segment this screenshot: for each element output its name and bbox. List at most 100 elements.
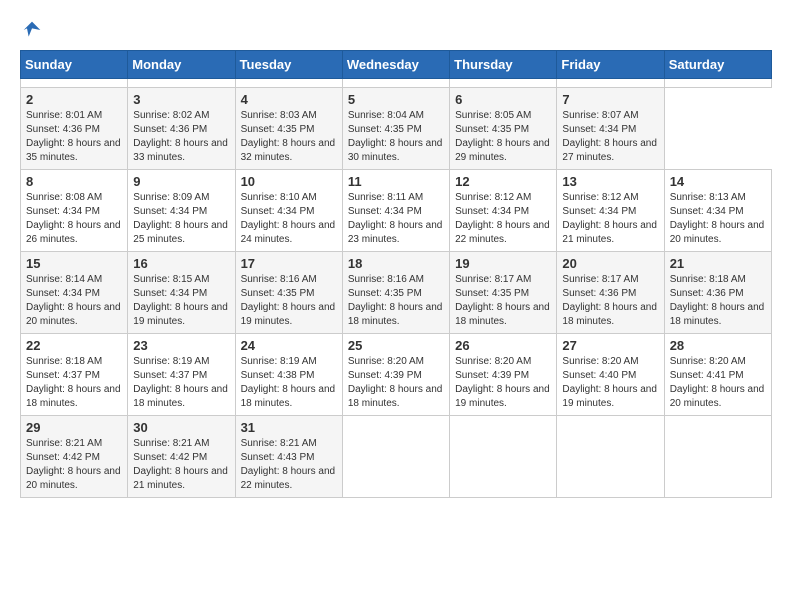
day-info: Sunrise: 8:12 AM Sunset: 4:34 PM Dayligh… — [562, 191, 658, 247]
day-info: Sunrise: 8:02 AM Sunset: 4:36 PM Dayligh… — [133, 109, 229, 165]
day-number: 18 — [348, 256, 444, 271]
day-info: Sunrise: 8:08 AM Sunset: 4:34 PM Dayligh… — [26, 191, 122, 247]
day-info: Sunrise: 8:19 AM Sunset: 4:38 PM Dayligh… — [241, 355, 337, 411]
day-info: Sunrise: 8:05 AM Sunset: 4:35 PM Dayligh… — [455, 109, 551, 165]
day-number: 12 — [455, 174, 551, 189]
day-number: 11 — [348, 174, 444, 189]
day-info: Sunrise: 8:20 AM Sunset: 4:40 PM Dayligh… — [562, 355, 658, 411]
calendar-cell — [128, 79, 235, 88]
calendar-header-monday: Monday — [128, 51, 235, 79]
calendar-cell: 17 Sunrise: 8:16 AM Sunset: 4:35 PM Dayl… — [235, 252, 342, 334]
calendar-cell: 6 Sunrise: 8:05 AM Sunset: 4:35 PM Dayli… — [450, 88, 557, 170]
calendar-week-0 — [21, 79, 772, 88]
day-number: 19 — [455, 256, 551, 271]
day-info: Sunrise: 8:21 AM Sunset: 4:43 PM Dayligh… — [241, 437, 337, 493]
day-info: Sunrise: 8:10 AM Sunset: 4:34 PM Dayligh… — [241, 191, 337, 247]
calendar-cell: 27 Sunrise: 8:20 AM Sunset: 4:40 PM Dayl… — [557, 334, 664, 416]
day-info: Sunrise: 8:12 AM Sunset: 4:34 PM Dayligh… — [455, 191, 551, 247]
day-number: 29 — [26, 420, 122, 435]
calendar-week-5: 29 Sunrise: 8:21 AM Sunset: 4:42 PM Dayl… — [21, 416, 772, 498]
day-info: Sunrise: 8:16 AM Sunset: 4:35 PM Dayligh… — [348, 273, 444, 329]
calendar-cell: 4 Sunrise: 8:03 AM Sunset: 4:35 PM Dayli… — [235, 88, 342, 170]
calendar-week-3: 15 Sunrise: 8:14 AM Sunset: 4:34 PM Dayl… — [21, 252, 772, 334]
calendar-table: SundayMondayTuesdayWednesdayThursdayFrid… — [20, 50, 772, 498]
calendar-cell — [557, 416, 664, 498]
day-info: Sunrise: 8:15 AM Sunset: 4:34 PM Dayligh… — [133, 273, 229, 329]
calendar-cell: 18 Sunrise: 8:16 AM Sunset: 4:35 PM Dayl… — [342, 252, 449, 334]
day-info: Sunrise: 8:09 AM Sunset: 4:34 PM Dayligh… — [133, 191, 229, 247]
day-number: 10 — [241, 174, 337, 189]
day-info: Sunrise: 8:20 AM Sunset: 4:41 PM Dayligh… — [670, 355, 766, 411]
calendar-cell: 12 Sunrise: 8:12 AM Sunset: 4:34 PM Dayl… — [450, 170, 557, 252]
day-number: 6 — [455, 92, 551, 107]
calendar-cell — [664, 416, 771, 498]
day-info: Sunrise: 8:19 AM Sunset: 4:37 PM Dayligh… — [133, 355, 229, 411]
day-info: Sunrise: 8:13 AM Sunset: 4:34 PM Dayligh… — [670, 191, 766, 247]
calendar-cell: 28 Sunrise: 8:20 AM Sunset: 4:41 PM Dayl… — [664, 334, 771, 416]
calendar-cell: 7 Sunrise: 8:07 AM Sunset: 4:34 PM Dayli… — [557, 88, 664, 170]
calendar-cell: 14 Sunrise: 8:13 AM Sunset: 4:34 PM Dayl… — [664, 170, 771, 252]
day-info: Sunrise: 8:16 AM Sunset: 4:35 PM Dayligh… — [241, 273, 337, 329]
calendar-cell: 5 Sunrise: 8:04 AM Sunset: 4:35 PM Dayli… — [342, 88, 449, 170]
day-number: 4 — [241, 92, 337, 107]
calendar-header-tuesday: Tuesday — [235, 51, 342, 79]
day-number: 7 — [562, 92, 658, 107]
day-number: 8 — [26, 174, 122, 189]
calendar-header-friday: Friday — [557, 51, 664, 79]
day-info: Sunrise: 8:18 AM Sunset: 4:37 PM Dayligh… — [26, 355, 122, 411]
calendar-cell — [21, 79, 128, 88]
calendar-cell: 21 Sunrise: 8:18 AM Sunset: 4:36 PM Dayl… — [664, 252, 771, 334]
day-info: Sunrise: 8:11 AM Sunset: 4:34 PM Dayligh… — [348, 191, 444, 247]
day-info: Sunrise: 8:21 AM Sunset: 4:42 PM Dayligh… — [26, 437, 122, 493]
day-info: Sunrise: 8:20 AM Sunset: 4:39 PM Dayligh… — [455, 355, 551, 411]
day-number: 16 — [133, 256, 229, 271]
calendar-cell: 13 Sunrise: 8:12 AM Sunset: 4:34 PM Dayl… — [557, 170, 664, 252]
calendar-header-sunday: Sunday — [21, 51, 128, 79]
logo — [20, 20, 42, 40]
calendar-cell: 11 Sunrise: 8:11 AM Sunset: 4:34 PM Dayl… — [342, 170, 449, 252]
calendar-cell — [450, 416, 557, 498]
calendar-cell: 9 Sunrise: 8:09 AM Sunset: 4:34 PM Dayli… — [128, 170, 235, 252]
calendar-cell: 3 Sunrise: 8:02 AM Sunset: 4:36 PM Dayli… — [128, 88, 235, 170]
day-number: 23 — [133, 338, 229, 353]
day-number: 3 — [133, 92, 229, 107]
day-number: 28 — [670, 338, 766, 353]
day-info: Sunrise: 8:01 AM Sunset: 4:36 PM Dayligh… — [26, 109, 122, 165]
calendar-cell: 29 Sunrise: 8:21 AM Sunset: 4:42 PM Dayl… — [21, 416, 128, 498]
calendar-cell: 23 Sunrise: 8:19 AM Sunset: 4:37 PM Dayl… — [128, 334, 235, 416]
day-info: Sunrise: 8:18 AM Sunset: 4:36 PM Dayligh… — [670, 273, 766, 329]
calendar-cell — [557, 79, 664, 88]
day-number: 30 — [133, 420, 229, 435]
calendar-week-1: 2 Sunrise: 8:01 AM Sunset: 4:36 PM Dayli… — [21, 88, 772, 170]
day-info: Sunrise: 8:14 AM Sunset: 4:34 PM Dayligh… — [26, 273, 122, 329]
day-number: 27 — [562, 338, 658, 353]
calendar-cell: 22 Sunrise: 8:18 AM Sunset: 4:37 PM Dayl… — [21, 334, 128, 416]
logo-icon — [22, 20, 42, 40]
calendar-cell: 2 Sunrise: 8:01 AM Sunset: 4:36 PM Dayli… — [21, 88, 128, 170]
day-number: 31 — [241, 420, 337, 435]
calendar-cell: 30 Sunrise: 8:21 AM Sunset: 4:42 PM Dayl… — [128, 416, 235, 498]
calendar-cell — [450, 79, 557, 88]
day-number: 24 — [241, 338, 337, 353]
day-number: 15 — [26, 256, 122, 271]
day-number: 13 — [562, 174, 658, 189]
calendar-header-saturday: Saturday — [664, 51, 771, 79]
calendar-cell: 20 Sunrise: 8:17 AM Sunset: 4:36 PM Dayl… — [557, 252, 664, 334]
calendar-cell: 26 Sunrise: 8:20 AM Sunset: 4:39 PM Dayl… — [450, 334, 557, 416]
calendar-cell — [664, 79, 771, 88]
calendar-week-4: 22 Sunrise: 8:18 AM Sunset: 4:37 PM Dayl… — [21, 334, 772, 416]
day-info: Sunrise: 8:17 AM Sunset: 4:35 PM Dayligh… — [455, 273, 551, 329]
day-info: Sunrise: 8:07 AM Sunset: 4:34 PM Dayligh… — [562, 109, 658, 165]
day-number: 25 — [348, 338, 444, 353]
calendar-cell: 24 Sunrise: 8:19 AM Sunset: 4:38 PM Dayl… — [235, 334, 342, 416]
day-info: Sunrise: 8:03 AM Sunset: 4:35 PM Dayligh… — [241, 109, 337, 165]
calendar-cell — [342, 416, 449, 498]
calendar-cell — [235, 79, 342, 88]
calendar-week-2: 8 Sunrise: 8:08 AM Sunset: 4:34 PM Dayli… — [21, 170, 772, 252]
day-number: 21 — [670, 256, 766, 271]
calendar-cell: 19 Sunrise: 8:17 AM Sunset: 4:35 PM Dayl… — [450, 252, 557, 334]
calendar-cell: 15 Sunrise: 8:14 AM Sunset: 4:34 PM Dayl… — [21, 252, 128, 334]
calendar-header-wednesday: Wednesday — [342, 51, 449, 79]
calendar-cell: 31 Sunrise: 8:21 AM Sunset: 4:43 PM Dayl… — [235, 416, 342, 498]
calendar-body: 2 Sunrise: 8:01 AM Sunset: 4:36 PM Dayli… — [21, 79, 772, 498]
